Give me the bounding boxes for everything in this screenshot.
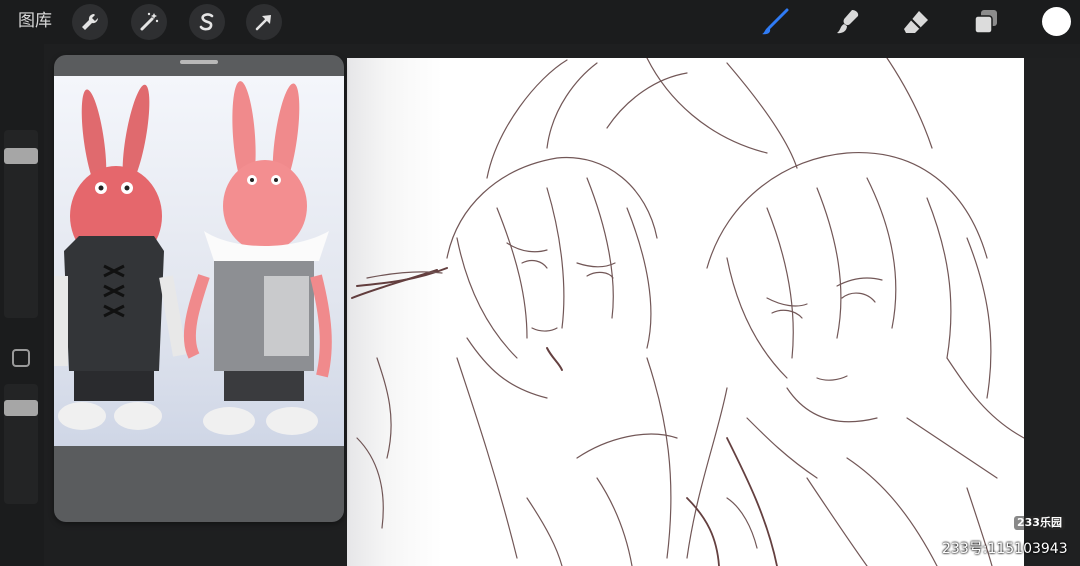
- brush-tool-button[interactable]: [756, 3, 794, 41]
- watermark-badge: 233乐园: [1014, 516, 1065, 530]
- modify-button[interactable]: [12, 349, 30, 367]
- sketch-artwork: [351, 58, 1024, 566]
- opacity-slider-thumb[interactable]: [4, 400, 38, 416]
- eraser-icon: [904, 11, 928, 33]
- drawing-canvas[interactable]: [347, 58, 1024, 566]
- smudge-tool-button[interactable]: [828, 3, 866, 41]
- magic-wand-icon: [140, 12, 159, 31]
- color-picker-button[interactable]: [1042, 7, 1071, 36]
- actions-button[interactable]: [72, 4, 108, 40]
- top-toolbar: 图库: [0, 0, 1080, 44]
- reference-image: [54, 76, 344, 446]
- left-sidebar: [0, 44, 44, 566]
- gallery-button[interactable]: 图库: [18, 9, 52, 33]
- brush-icon: [762, 8, 789, 35]
- reference-window[interactable]: [54, 55, 344, 522]
- smudge-icon: [837, 10, 859, 34]
- transform-arrow-icon: [255, 15, 271, 31]
- layers-icon: [974, 10, 997, 34]
- selection-button[interactable]: [189, 4, 225, 40]
- procreate-app: 图库 233乐园 233号:115103943: [0, 0, 1080, 566]
- adjustments-button[interactable]: [131, 4, 167, 40]
- canvas-margin: [1024, 58, 1080, 566]
- wrench-icon: [82, 13, 99, 31]
- brush-size-slider-thumb[interactable]: [4, 148, 38, 164]
- reference-window-grabber[interactable]: [180, 60, 218, 64]
- selection-s-icon: [199, 13, 214, 31]
- watermark-text: 233号:115103943: [942, 541, 1068, 557]
- layers-button[interactable]: [967, 3, 1005, 41]
- transform-button[interactable]: [246, 4, 282, 40]
- eraser-tool-button[interactable]: [897, 3, 935, 41]
